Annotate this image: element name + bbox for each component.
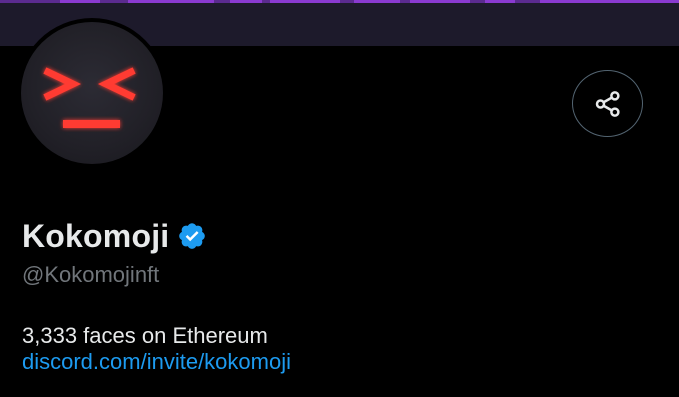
banner-accent-segment <box>60 0 100 3</box>
bio-text: 3,333 faces on Ethereum <box>22 323 268 348</box>
banner-accent-segment <box>128 0 214 3</box>
handle: @Kokomojinft <box>22 262 160 287</box>
profile-link[interactable]: discord.com/invite/kokomoji <box>22 348 291 376</box>
banner-accent-segment <box>485 0 515 3</box>
display-name-row: Kokomoji <box>22 216 207 256</box>
banner-accent-segment <box>354 0 400 3</box>
display-name: Kokomoji <box>22 218 170 254</box>
share-icon <box>595 90 620 117</box>
avatar[interactable] <box>17 18 167 168</box>
banner-accent-segment <box>540 0 679 3</box>
profile-page: Kokomoji @Kokomojinft 3,333 faces on Eth… <box>0 0 679 397</box>
banner-accent-segment <box>270 0 340 3</box>
banner-accent-segment <box>410 0 470 3</box>
banner-accent-segment <box>230 0 262 3</box>
share-button[interactable] <box>572 70 643 137</box>
avatar-image <box>21 22 163 164</box>
kokomoji-face-icon <box>43 67 136 128</box>
verified-badge-icon[interactable] <box>177 221 207 251</box>
